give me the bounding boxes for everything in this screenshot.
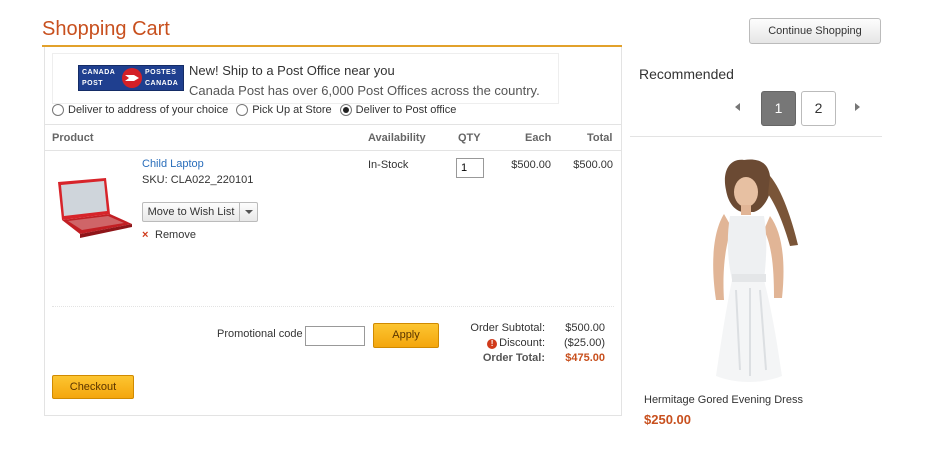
radio-address[interactable] — [52, 104, 64, 116]
subtotal-label: Order Subtotal: — [470, 322, 545, 334]
recommended-divider — [630, 136, 882, 137]
item-total-price: $500.00 — [573, 159, 613, 171]
header-each: Each — [525, 132, 552, 144]
banner-headline: New! Ship to a Post Office near you — [189, 63, 395, 78]
canada-post-banner: CANADA POSTES POST CANADA New! Ship to a… — [52, 53, 559, 104]
chevron-down-icon[interactable] — [240, 203, 257, 221]
shipping-option-store[interactable]: Pick Up at Store — [236, 104, 332, 116]
cart-table-header: Product Availability QTY Each Total — [45, 124, 621, 151]
wish-list-label[interactable]: Move to Wish List — [143, 203, 240, 221]
promo-code-input[interactable] — [305, 326, 365, 346]
item-sku: SKU: CLA022_220101 — [142, 174, 254, 186]
item-name-link[interactable]: Child Laptop — [142, 158, 204, 170]
shipping-option-post-office[interactable]: Deliver to Post office — [339, 104, 456, 116]
remove-link[interactable]: Remove — [155, 229, 196, 241]
header-total: Total — [587, 132, 613, 144]
section-divider — [52, 306, 614, 307]
remove-icon[interactable]: × — [142, 229, 148, 241]
subtotal-value: $500.00 — [565, 322, 605, 334]
dress-product-image[interactable] — [674, 150, 824, 390]
apply-promo-button[interactable]: Apply — [373, 323, 439, 348]
header-qty: QTY — [458, 132, 481, 144]
radio-store[interactable] — [236, 104, 249, 116]
item-each-price: $500.00 — [511, 159, 551, 171]
header-availability: Availability — [368, 132, 426, 144]
shipping-option-address[interactable]: Deliver to address of your choice — [52, 104, 228, 116]
order-total-value: $475.00 — [565, 352, 605, 364]
move-to-wish-list-button[interactable]: Move to Wish List — [142, 202, 258, 222]
recommended-title: Recommended — [639, 66, 734, 82]
recommended-product-price: $250.00 — [644, 412, 691, 427]
recommended-product-name[interactable]: Hermitage Gored Evening Dress — [644, 394, 803, 406]
canada-post-logo: CANADA POSTES POST CANADA — [78, 65, 184, 91]
radio-post-office[interactable] — [339, 104, 352, 116]
checkout-button[interactable]: Checkout — [52, 375, 134, 399]
promo-code-label: Promotional code — [217, 328, 303, 340]
item-availability: In-Stock — [368, 159, 409, 171]
header-product: Product — [52, 132, 94, 144]
page-title: Shopping Cart — [42, 18, 170, 40]
order-total-label: Order Total: — [482, 352, 545, 364]
laptop-product-image[interactable] — [54, 178, 134, 242]
info-icon[interactable]: ! — [487, 339, 498, 349]
discount-row: ! Discount: — [445, 337, 545, 349]
chevron-right-icon[interactable] — [855, 103, 860, 111]
discount-value: ($25.00) — [564, 337, 605, 349]
shipping-options: Deliver to address of your choice Pick U… — [52, 102, 464, 118]
quantity-input[interactable] — [456, 158, 484, 178]
banner-subline: Canada Post has over 6,000 Post Offices … — [189, 83, 540, 98]
page-1-button[interactable]: 1 — [761, 91, 796, 126]
canada-post-emblem-icon — [122, 68, 142, 88]
chevron-left-icon[interactable] — [735, 103, 740, 111]
page-2-button[interactable]: 2 — [801, 91, 836, 126]
continue-shopping-button[interactable]: Continue Shopping — [749, 18, 881, 44]
